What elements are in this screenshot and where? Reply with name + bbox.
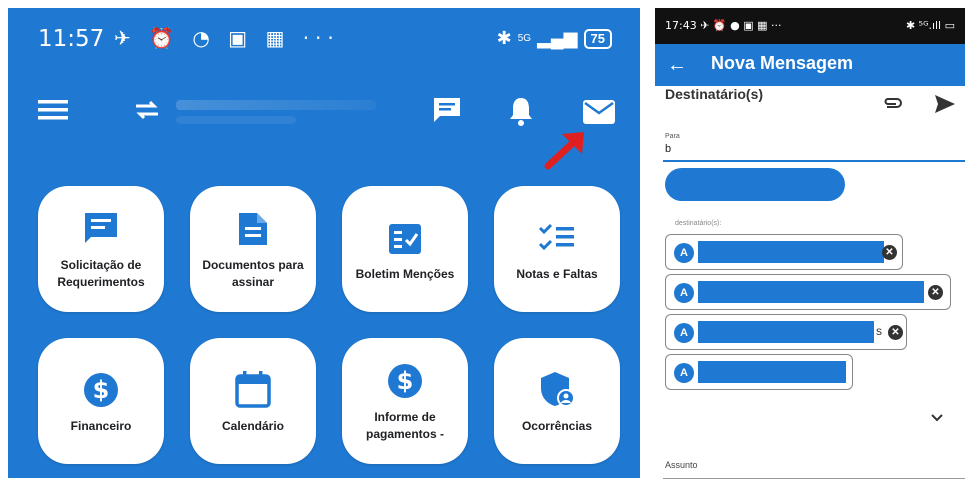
bluetooth-icon: ✱ — [496, 28, 512, 48]
chat-icon[interactable] — [432, 96, 462, 129]
svg-text:$: $ — [397, 367, 414, 395]
avatar: A — [674, 363, 694, 383]
tile-documentos[interactable]: Documentos para assinar — [190, 186, 316, 312]
chevron-down-icon[interactable] — [930, 410, 944, 428]
dollar-icon: $ — [83, 368, 119, 408]
tile-label: Informe de pagamentos - — [365, 410, 444, 441]
avatar: A — [674, 323, 694, 343]
status-time: 17:43 — [665, 19, 697, 32]
tile-label: Documentos para assinar — [202, 258, 304, 289]
avatar: A — [674, 283, 694, 303]
recipient-chip[interactable]: A s ✕ — [665, 314, 907, 350]
status-bar: 11:57 ✈ ⏰ ◔ ▣ ▦ ··· ✱ 5G ▂▄▆ 75 — [8, 22, 640, 58]
account-name-redacted — [176, 100, 376, 110]
tile-label: Notas e Faltas — [516, 266, 598, 281]
menu-icon[interactable] — [38, 98, 68, 127]
recipient-chip[interactable]: A — [665, 354, 853, 390]
recipient-name-redacted — [698, 281, 924, 303]
status-time: 11:57 — [38, 26, 105, 52]
chat-bubble-icon — [81, 207, 121, 247]
tile-label: Boletim Menções — [355, 266, 455, 281]
avatar: A — [674, 243, 694, 263]
notification-icons: ✈ ⏰ ◔ ▣ ▦ ··· — [114, 26, 340, 50]
recipients-header: Destinatário(s) — [665, 86, 764, 102]
tile-label: Solicitação de Requerimentos — [57, 258, 145, 289]
status-signal: ✱ ⁵ᴳ.ıll ▭ — [905, 19, 955, 32]
grade-report-icon — [387, 216, 423, 256]
recipients-list-label: destinatário(s): — [675, 220, 722, 227]
status-bar: 17:43 ✈ ⏰ ● ▣ ▦ ··· ✱ ⁵ᴳ.ıll ▭ — [655, 8, 965, 44]
remove-chip-icon[interactable]: ✕ — [928, 285, 943, 300]
recipient-chip[interactable]: A ✕ — [665, 234, 903, 270]
shield-user-icon — [539, 368, 575, 408]
para-input[interactable]: b — [665, 143, 671, 155]
back-arrow-icon[interactable]: ← — [667, 54, 687, 77]
tile-ocorrencias[interactable]: Ocorrências — [494, 338, 620, 464]
send-icon[interactable] — [934, 94, 956, 119]
page-title: Nova Mensagem — [711, 53, 854, 73]
tile-label: Ocorrências — [521, 418, 593, 433]
notification-icons: ✈ ⏰ ● ▣ ▦ ··· — [700, 19, 782, 32]
tile-label: Calendário — [221, 418, 284, 433]
swap-icon[interactable] — [132, 98, 162, 127]
attach-icon[interactable] — [881, 96, 903, 115]
recipient-name-suffix: s — [876, 324, 882, 338]
tile-solicitacao[interactable]: Solicitação de Requerimentos — [38, 186, 164, 312]
tile-notas[interactable]: Notas e Faltas — [494, 186, 620, 312]
tile-financeiro[interactable]: $ Financeiro — [38, 338, 164, 464]
tile-informe[interactable]: $ Informe de pagamentos - — [342, 338, 468, 464]
battery-indicator: 75 — [583, 28, 612, 49]
tile-boletim[interactable]: Boletim Menções — [342, 186, 468, 312]
account-sub-redacted — [176, 116, 296, 124]
input-underline — [663, 160, 965, 162]
bell-icon[interactable] — [508, 96, 534, 131]
dollar-icon: $ — [387, 359, 423, 399]
tile-label: Financeiro — [70, 418, 132, 433]
status-time-group: 17:43 ✈ ⏰ ● ▣ ▦ ··· — [665, 19, 781, 32]
remove-chip-icon[interactable]: ✕ — [888, 325, 903, 340]
home-screen: 11:57 ✈ ⏰ ◔ ▣ ▦ ··· ✱ 5G ▂▄▆ 75 Solicita… — [8, 8, 640, 478]
recipient-chip[interactable]: A ✕ — [665, 274, 951, 310]
recipient-name-redacted — [698, 361, 846, 383]
signal-icon: ▂▄▆ — [537, 28, 578, 48]
annotation-arrow-icon — [544, 130, 588, 175]
para-label: Para — [665, 133, 680, 140]
recipient-name-redacted — [698, 321, 874, 343]
svg-text:$: $ — [93, 376, 110, 404]
app-bar — [8, 86, 640, 136]
tile-calendario[interactable]: Calendário — [190, 338, 316, 464]
new-message-screen: 17:43 ✈ ⏰ ● ▣ ▦ ··· ✱ ⁵ᴳ.ıll ▭ ← Nova Me… — [655, 8, 965, 484]
network-type: 5G — [517, 33, 532, 44]
calendar-icon — [235, 368, 271, 408]
app-bar: ← Nova Mensagem — [655, 44, 965, 86]
checklist-icon — [538, 216, 576, 256]
subject-input[interactable] — [663, 478, 965, 479]
recipient-name-redacted — [698, 241, 884, 263]
document-icon — [237, 207, 269, 247]
subject-label: Assunto — [665, 460, 698, 470]
remove-chip-icon[interactable]: ✕ — [882, 245, 897, 260]
screenshot-composite: 11:57 ✈ ⏰ ◔ ▣ ▦ ··· ✱ 5G ▂▄▆ 75 Solicita… — [0, 0, 965, 484]
mail-icon[interactable] — [582, 99, 616, 130]
status-right: ✱ 5G ▂▄▆ 75 — [497, 28, 612, 49]
search-suggestion-redacted[interactable] — [665, 168, 845, 201]
